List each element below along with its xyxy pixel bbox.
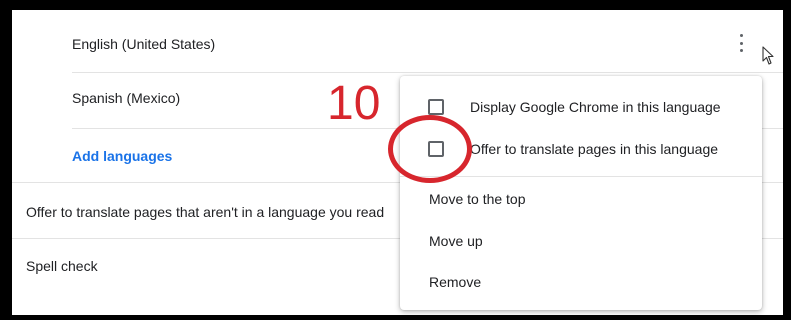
- menu-item-label: Offer to translate pages in this languag…: [470, 141, 719, 157]
- highlight-circle-annotation: [388, 115, 472, 183]
- mouse-pointer-icon: [762, 46, 774, 65]
- menu-item-label: Move to the top: [429, 191, 526, 207]
- menu-item-move-top[interactable]: Move to the top: [400, 179, 762, 219]
- offer-translate-label: Offer to translate pages that aren't in …: [26, 204, 385, 220]
- language-context-menu: Display Google Chrome in this language O…: [400, 76, 762, 310]
- menu-item-label: Remove: [429, 274, 482, 290]
- menu-item-remove[interactable]: Remove: [400, 262, 762, 302]
- menu-item-label: Display Google Chrome in this language: [470, 99, 721, 115]
- add-languages-link[interactable]: Add languages: [72, 148, 172, 164]
- step-number-annotation: 10: [327, 77, 381, 130]
- spell-check-label: Spell check: [26, 258, 98, 274]
- language-label: English (United States): [72, 36, 216, 52]
- language-label: Spanish (Mexico): [72, 90, 181, 106]
- language-row-english: English (United States): [12, 16, 783, 72]
- checkbox-icon[interactable]: [428, 99, 444, 115]
- menu-item-label: Move up: [429, 233, 483, 249]
- menu-item-move-up[interactable]: Move up: [400, 221, 762, 261]
- more-vert-icon[interactable]: [738, 34, 744, 52]
